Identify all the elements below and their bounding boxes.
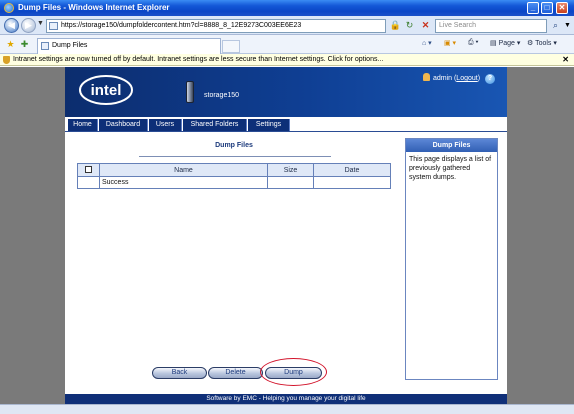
url-text: https://storage150/dumpfoldercontent.htm…	[61, 22, 302, 29]
nav-users[interactable]: Users	[149, 119, 182, 131]
history-dropdown-icon[interactable]: ▼	[37, 20, 44, 27]
highlight-circle	[260, 358, 327, 386]
page-menu[interactable]: ▤ Page ▾	[490, 39, 520, 47]
logout-link[interactable]: Logout	[456, 75, 477, 82]
address-bar: ◀ ▶ ▼ https://storage150/dumpfolderconte…	[0, 16, 574, 35]
title-divider	[139, 156, 331, 157]
dump-files-table: Name Size Date Success	[77, 163, 391, 189]
nav-settings[interactable]: Settings	[248, 119, 290, 131]
page-viewport: intel storage150 admin (Logout) ? Home D…	[0, 67, 574, 404]
tab-dump-files[interactable]: Dump Files	[37, 38, 221, 54]
table-row[interactable]: Success	[77, 176, 391, 189]
search-input[interactable]: Live Search	[435, 19, 547, 33]
minimize-button[interactable]: _	[527, 2, 539, 14]
nav-divider	[65, 131, 507, 132]
add-favorites-icon[interactable]: ✚	[18, 38, 31, 51]
device-name: storage150	[204, 92, 240, 99]
tab-page-icon	[41, 42, 49, 50]
user-area: admin (Logout) ?	[422, 73, 495, 84]
tab-label: Dump Files	[52, 42, 88, 49]
delete-button[interactable]: Delete	[208, 367, 263, 379]
new-tab-button[interactable]	[222, 40, 240, 53]
infobar-message: Intranet settings are now turned off by …	[13, 56, 384, 63]
tab-bar: ★ ✚ Dump Files ⌂ ▾ ▣ ▾ ⎙ ▾ ▤ Page ▾ ⚙ To…	[0, 35, 574, 54]
home-icon[interactable]: ⌂ ▾	[422, 39, 432, 47]
nav-home[interactable]: Home	[68, 119, 98, 131]
infobar-close-icon[interactable]: ✕	[562, 54, 569, 65]
favorites-star-icon[interactable]: ★	[4, 38, 17, 51]
column-header-date[interactable]: Date	[313, 163, 391, 177]
select-all-header	[77, 163, 100, 177]
help-icon[interactable]: ?	[485, 74, 495, 84]
storage-device-icon	[186, 81, 194, 103]
user-icon	[422, 73, 430, 81]
search-placeholder: Live Search	[439, 22, 476, 29]
page-header: intel storage150 admin (Logout) ?	[65, 67, 507, 117]
maximize-button[interactable]: □	[541, 2, 553, 14]
back-nav-button[interactable]: ◀	[4, 18, 19, 33]
row-name-cell: Success	[99, 176, 268, 189]
row-date-cell	[313, 176, 391, 189]
status-bar	[0, 404, 574, 414]
row-size-cell	[267, 176, 314, 189]
close-window-button[interactable]: ✕	[556, 2, 568, 14]
intel-logo-text: intel	[91, 82, 122, 99]
table-header-row: Name Size Date	[77, 163, 391, 177]
intel-logo: intel	[79, 75, 133, 105]
section-title: Dump Files	[215, 142, 253, 149]
shield-icon	[3, 56, 10, 64]
side-panel-heading: Dump Files	[406, 139, 497, 152]
window-title: Dump Files - Windows Internet Explorer	[18, 3, 170, 12]
page-menu-label: Page	[498, 40, 515, 47]
tools-menu-label: Tools	[535, 40, 552, 47]
feeds-icon[interactable]: ▣ ▾	[444, 39, 456, 47]
select-all-checkbox[interactable]	[85, 166, 92, 174]
help-side-panel: Dump Files This page displays a list of …	[405, 138, 498, 380]
forward-nav-button[interactable]: ▶	[21, 18, 36, 33]
page-icon	[49, 22, 58, 30]
print-icon[interactable]: ⎙ ▾	[468, 39, 479, 47]
ie-icon	[4, 3, 14, 13]
information-bar[interactable]: Intranet settings are now turned off by …	[0, 54, 574, 66]
back-button[interactable]: Back	[152, 367, 207, 379]
nav-dashboard[interactable]: Dashboard	[99, 119, 148, 131]
refresh-icon[interactable]: ↻	[403, 19, 416, 32]
search-options-icon[interactable]: ▼	[561, 19, 574, 32]
username: admin	[432, 75, 453, 82]
nav-shared-folders[interactable]: Shared Folders	[183, 119, 247, 131]
title-bar: Dump Files - Windows Internet Explorer _…	[0, 0, 574, 16]
column-header-name[interactable]: Name	[99, 163, 268, 177]
storage-web-page: intel storage150 admin (Logout) ? Home D…	[65, 67, 507, 404]
row-select-cell	[77, 176, 100, 189]
column-header-size[interactable]: Size	[267, 163, 314, 177]
url-field[interactable]: https://storage150/dumpfoldercontent.htm…	[46, 19, 386, 33]
side-panel-text: This page displays a list of previously …	[409, 156, 492, 181]
tools-menu[interactable]: ⚙ Tools ▾	[527, 39, 557, 47]
lock-icon[interactable]: 🔒	[389, 19, 402, 32]
page-footer: Software by EMC - Helping you manage you…	[65, 394, 507, 404]
stop-icon[interactable]: ✕	[419, 19, 432, 32]
